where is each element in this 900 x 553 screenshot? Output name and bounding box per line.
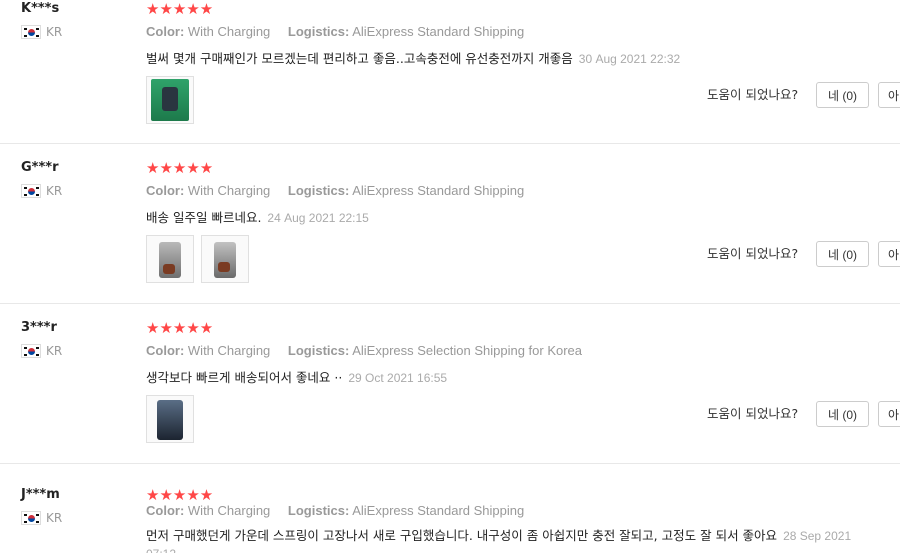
star-rating: ★★★★★	[146, 487, 214, 504]
star-rating: ★★★★★	[146, 159, 214, 177]
korea-flag-icon	[21, 344, 41, 358]
color-label: Color:	[146, 503, 185, 518]
review-body: 배송 일주일 빠르네요.	[146, 210, 262, 225]
helpful-no-button[interactable]: 아	[878, 401, 900, 427]
review-item: J***m KR ★★★★★ Color: With Charging Logi…	[0, 487, 900, 553]
reviewer-name: J***m	[21, 487, 60, 502]
review-date: 24 Aug 2021 22:15	[267, 211, 369, 225]
color-label: Color:	[146, 343, 185, 358]
logistics-label: Logistics:	[287, 183, 350, 198]
country-code: KR	[46, 184, 63, 198]
logistics-label: Logistics:	[287, 503, 350, 518]
review-photo-thumbnail[interactable]	[201, 235, 249, 283]
review-photo-thumbnail[interactable]	[146, 235, 194, 283]
color-label: Color:	[146, 24, 185, 39]
review-body: 생각보다 빠르게 배송되어서 좋네요 ··	[146, 370, 343, 385]
helpful-question: 도움이 되었나요?	[707, 87, 799, 102]
reviewer-country: KR	[21, 25, 62, 39]
review-photo-thumbnail[interactable]	[146, 76, 194, 124]
helpful-yes-button[interactable]: 네 (0)	[816, 82, 869, 108]
review-text: 배송 일주일 빠르네요. 24 Aug 2021 22:15	[146, 207, 369, 226]
korea-flag-icon	[21, 25, 41, 39]
color-value: With Charging	[187, 503, 271, 518]
star-rating: ★★★★★	[146, 319, 214, 337]
helpful-question: 도움이 되었나요?	[707, 246, 799, 261]
country-code: KR	[46, 344, 63, 358]
review-divider	[0, 303, 900, 304]
helpful-yes-button[interactable]: 네 (0)	[816, 401, 869, 427]
logistics-value: AliExpress Selection Shipping for Korea	[352, 343, 583, 358]
logistics-value: AliExpress Standard Shipping	[352, 183, 525, 198]
review-attributes: Color: With Charging Logistics: AliExpre…	[146, 24, 524, 39]
review-photo-thumbnail[interactable]	[146, 395, 194, 443]
review-text: 먼저 구매했던게 가운데 스프링이 고장나서 새로 구입했습니다. 내구성이 좀…	[146, 527, 868, 553]
review-divider	[0, 143, 900, 144]
review-body: 먼저 구매했던게 가운데 스프링이 고장나서 새로 구입했습니다. 내구성이 좀…	[146, 528, 778, 543]
reviewer-name: 3***r	[21, 320, 57, 335]
reviewer-country: KR	[21, 184, 62, 198]
country-code: KR	[46, 511, 63, 525]
review-date: 30 Aug 2021 22:32	[578, 52, 681, 66]
reviewer-name: K***s	[21, 1, 60, 16]
korea-flag-icon	[21, 184, 41, 198]
review-text: 벌써 몇개 구매째인가 모르겠는데 편리하고 좋음..고속충전에 유선충전까지 …	[146, 48, 680, 67]
korea-flag-icon	[21, 511, 41, 525]
review-divider	[0, 463, 900, 464]
logistics-value: AliExpress Standard Shipping	[352, 503, 525, 518]
color-value: With Charging	[187, 24, 271, 39]
review-date: 29 Oct 2021 16:55	[348, 371, 448, 385]
reviewer-country: KR	[21, 344, 62, 358]
color-value: With Charging	[187, 183, 271, 198]
country-code: KR	[46, 25, 63, 39]
helpful-no-button[interactable]: 아	[878, 82, 900, 108]
logistics-label: Logistics:	[287, 343, 350, 358]
reviewer-country: KR	[21, 511, 62, 525]
helpful-question: 도움이 되었나요?	[707, 406, 799, 421]
review-attributes: Color: With Charging Logistics: AliExpre…	[146, 503, 524, 518]
helpful-yes-button[interactable]: 네 (0)	[816, 241, 869, 267]
logistics-value: AliExpress Standard Shipping	[352, 24, 525, 39]
star-rating: ★★★★★	[146, 0, 214, 18]
logistics-label: Logistics:	[287, 24, 350, 39]
reviewer-name: G***r	[21, 160, 59, 175]
helpful-no-button[interactable]: 아	[878, 241, 900, 267]
review-attributes: Color: With Charging Logistics: AliExpre…	[146, 343, 582, 358]
review-item: K***s KR ★★★★★ Color: With Charging Logi…	[0, 0, 900, 168]
review-attributes: Color: With Charging Logistics: AliExpre…	[146, 183, 524, 198]
review-text: 생각보다 빠르게 배송되어서 좋네요 ·· 29 Oct 2021 16:55	[146, 367, 447, 386]
color-label: Color:	[146, 183, 185, 198]
review-body: 벌써 몇개 구매째인가 모르겠는데 편리하고 좋음..고속충전에 유선충전까지 …	[146, 51, 573, 66]
color-value: With Charging	[187, 343, 271, 358]
